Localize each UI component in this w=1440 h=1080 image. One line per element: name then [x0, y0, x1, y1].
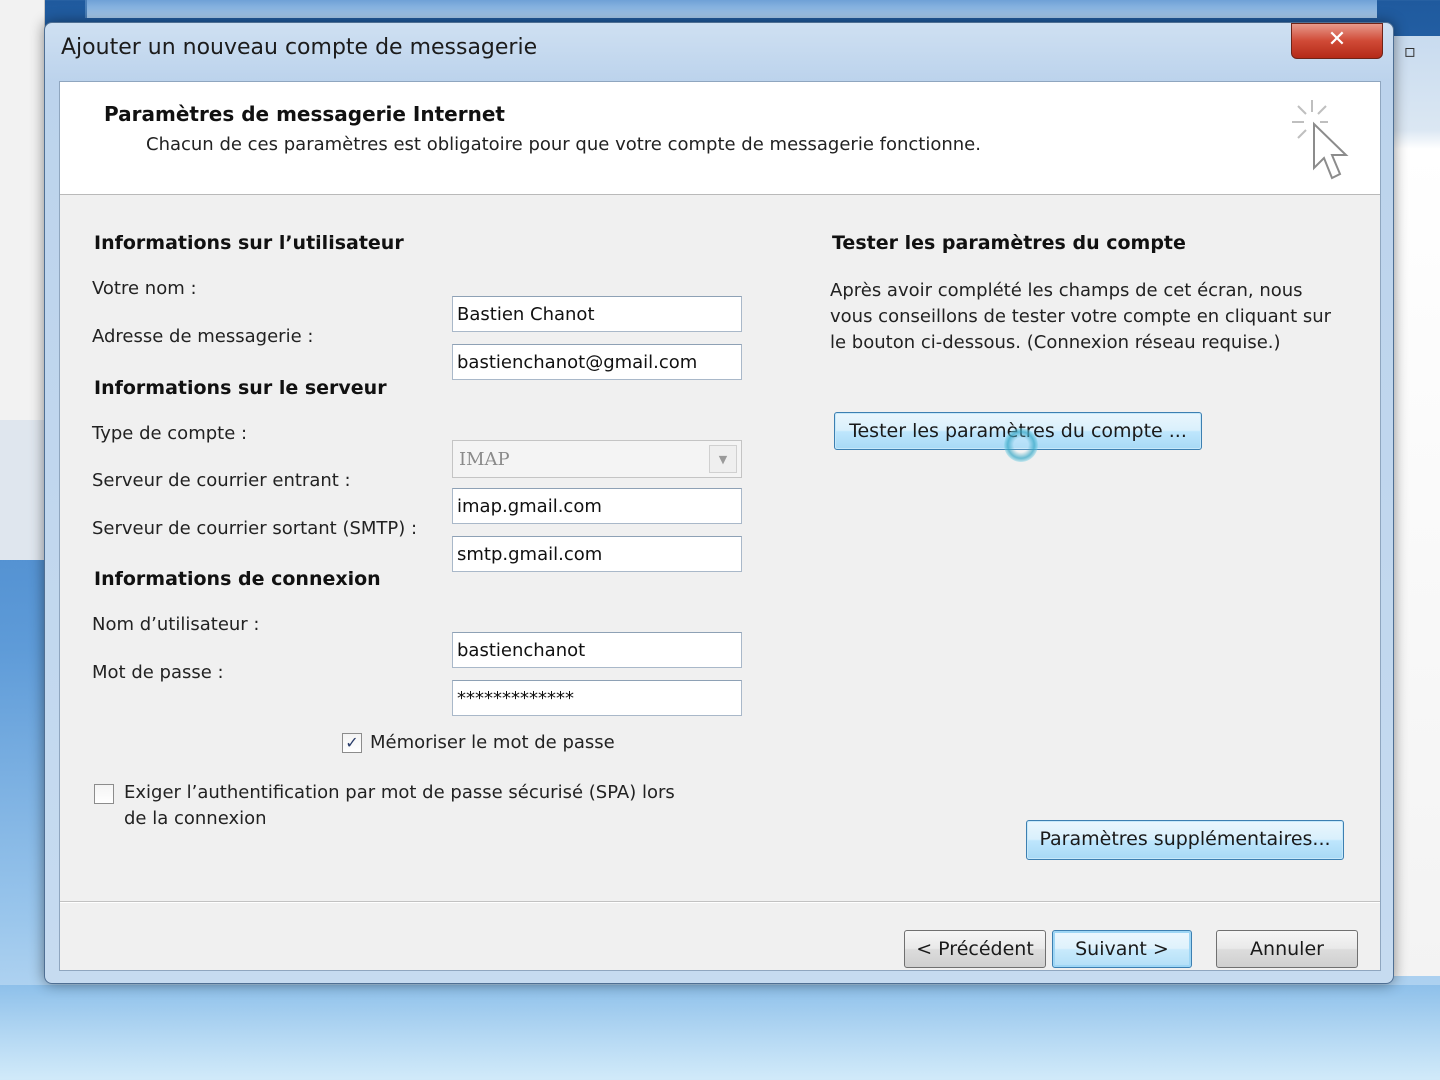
more-settings-button[interactable]: Paramètres supplémentaires... [1026, 820, 1344, 860]
test-settings-line1: Après avoir complété les champs de cet é… [830, 280, 1303, 301]
login-info-title: Informations de connexion [94, 568, 381, 590]
header-band: Paramètres de messagerie Internet Chacun… [60, 82, 1380, 195]
account-setup-dialog: Ajouter un nouveau compte de messagerie … [44, 22, 1394, 984]
email-label: Adresse de messagerie : [92, 326, 314, 347]
password-field[interactable] [452, 680, 742, 716]
wizard-cursor-icon [1292, 100, 1349, 180]
account-type-label: Type de compte : [92, 423, 248, 444]
server-info-title: Informations sur le serveur [94, 377, 387, 399]
spa-label-line2: de la connexion [124, 808, 267, 829]
header-title: Paramètres de messagerie Internet [104, 102, 505, 126]
name-field[interactable] [452, 296, 742, 332]
account-type-select: IMAP ▼ [452, 440, 742, 478]
test-settings-line2: vous conseillons de tester votre compte … [830, 306, 1332, 327]
incoming-server-field[interactable] [452, 488, 742, 524]
busy-cursor-icon [1004, 428, 1038, 462]
outgoing-server-label: Serveur de courrier sortant (SMTP) : [92, 518, 418, 539]
test-settings-line3: le bouton ci-dessous. (Connexion réseau … [830, 332, 1281, 353]
remember-password-checkbox[interactable]: ✓ [342, 733, 362, 753]
email-field[interactable] [452, 344, 742, 380]
close-icon: ✕ [1327, 27, 1347, 52]
test-settings-title: Tester les paramètres du compte [832, 232, 1186, 254]
user-info-title: Informations sur l’utilisateur [94, 232, 404, 254]
footer-divider [60, 901, 1380, 903]
name-label: Votre nom : [92, 278, 197, 299]
next-button[interactable]: Suivant > [1052, 930, 1192, 968]
chevron-down-icon: ▼ [709, 445, 737, 473]
account-type-value: IMAP [459, 449, 510, 470]
checkmark-icon: ✓ [345, 733, 359, 752]
outgoing-server-field[interactable] [452, 536, 742, 572]
incoming-server-label: Serveur de courrier entrant : [92, 470, 351, 491]
username-field[interactable] [452, 632, 742, 668]
username-label: Nom d’utilisateur : [92, 614, 260, 635]
background-window-left [0, 0, 45, 420]
background-window-left-lower [0, 420, 44, 560]
spa-label-line1: Exiger l’authentification par mot de pas… [124, 782, 675, 803]
back-button[interactable]: < Précédent [904, 930, 1046, 968]
desktop-background [0, 985, 1440, 1080]
spa-checkbox[interactable] [94, 784, 114, 804]
background-window-right [1392, 36, 1440, 976]
header-subtitle: Chacun de ces paramètres est obligatoire… [146, 134, 981, 155]
maximize-icon: ▫ [1403, 41, 1417, 62]
close-button[interactable]: ✕ [1291, 23, 1383, 59]
password-label: Mot de passe : [92, 662, 224, 683]
dialog-client-area: Paramètres de messagerie Internet Chacun… [59, 81, 1381, 971]
cancel-button[interactable]: Annuler [1216, 930, 1358, 968]
remember-password-label: Mémoriser le mot de passe [370, 732, 615, 753]
background-window-titlebar [85, 0, 1377, 18]
dialog-title: Ajouter un nouveau compte de messagerie [61, 35, 538, 60]
